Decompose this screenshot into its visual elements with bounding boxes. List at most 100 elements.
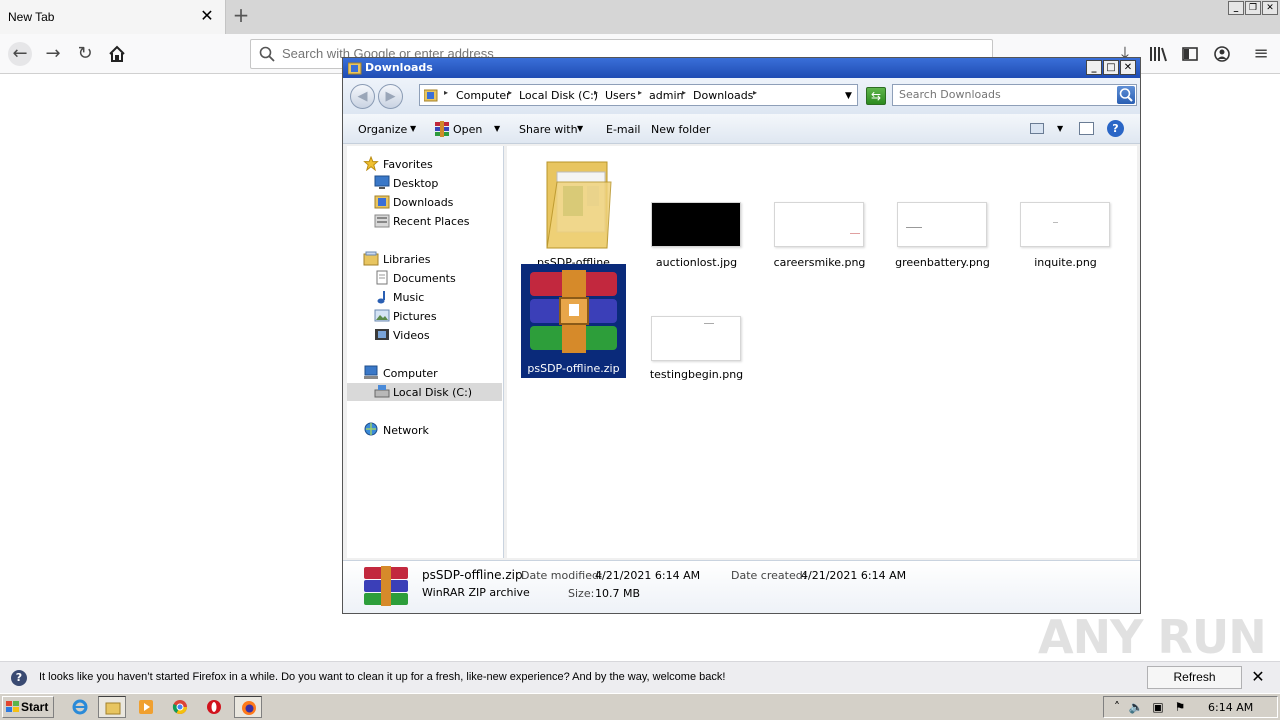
breadcrumb-computer[interactable]: Computer <box>456 89 511 102</box>
new-tab-button[interactable]: + <box>231 5 251 27</box>
nav-network[interactable]: Network <box>347 421 502 439</box>
menu-hamburger-icon[interactable]: ≡ <box>1249 42 1273 66</box>
taskbar-firefox[interactable] <box>234 696 262 718</box>
file-name: testingbegin.png <box>649 368 744 381</box>
help-icon[interactable]: ? <box>1107 120 1124 137</box>
nav-local-disk[interactable]: Local Disk (C:) <box>347 383 502 401</box>
file-item-folder[interactable]: psSDP-offline <box>521 150 626 269</box>
start-label: Start <box>21 700 49 714</box>
back-button[interactable]: ← <box>8 42 32 66</box>
explorer-address-row: ◀ ▶ ▸ Computer ▸ Local Disk (C:) ▸ Users… <box>343 78 1140 114</box>
explorer-maximize-button[interactable]: □ <box>1103 60 1119 75</box>
breadcrumb-downloads[interactable]: Downloads <box>693 89 753 102</box>
file-item-image[interactable]: testingbegin.png <box>644 264 749 381</box>
change-view-icon[interactable] <box>1030 123 1044 134</box>
system-tray: ˄ 🔈 ▣ ⚑ 6:14 AM <box>1103 696 1278 718</box>
nav-pictures[interactable]: Pictures <box>347 307 502 325</box>
taskbar-media-player[interactable] <box>132 696 160 718</box>
chevron-down-icon[interactable]: ▼ <box>494 124 500 133</box>
preview-pane-icon[interactable] <box>1079 122 1094 135</box>
explorer-minimize-button[interactable]: _ <box>1086 60 1102 75</box>
action-center-flag-icon[interactable]: ⚑ <box>1172 699 1188 715</box>
nav-videos[interactable]: Videos <box>347 326 502 344</box>
share-with-button[interactable]: Share with <box>519 123 578 136</box>
explorer-command-bar: Organize ▼ Open ▼ Share with ▼ E-mail Ne… <box>343 114 1140 144</box>
nav-computer[interactable]: Computer <box>347 364 502 382</box>
file-item-image[interactable]: careersmike.png <box>767 150 872 269</box>
explorer-close-button[interactable]: ✕ <box>1120 60 1136 75</box>
folder-downloads-icon <box>424 89 438 102</box>
media-player-icon <box>139 700 153 714</box>
new-folder-button[interactable]: New folder <box>651 123 710 136</box>
nav-documents[interactable]: Documents <box>347 269 502 287</box>
network-tray-icon[interactable]: ▣ <box>1150 699 1166 715</box>
nav-label: Local Disk (C:) <box>393 386 473 399</box>
taskbar-ie[interactable] <box>66 696 94 718</box>
nav-label: Network <box>383 424 429 437</box>
windows-logo-icon <box>6 701 19 712</box>
library-icon[interactable] <box>1146 42 1170 66</box>
nav-label: Favorites <box>383 158 433 171</box>
clock[interactable]: 6:14 AM <box>1208 701 1253 714</box>
file-item-image[interactable]: auctionlost.jpg <box>644 150 749 269</box>
file-item-winrar-selected[interactable]: psSDP-offline.zip <box>521 264 626 378</box>
details-pane: psSDP-offline.zip WinRAR ZIP archive Dat… <box>343 560 1140 613</box>
organize-button[interactable]: Organize <box>358 123 407 136</box>
start-button[interactable]: Start <box>2 696 54 718</box>
browser-tab[interactable]: New Tab ✕ <box>0 0 226 34</box>
chevron-down-icon[interactable]: ▼ <box>410 124 416 133</box>
nav-libraries[interactable]: Libraries <box>347 250 502 268</box>
breadcrumb-local-disk[interactable]: Local Disk (C:) <box>519 89 598 102</box>
sidebar-icon[interactable] <box>1178 42 1202 66</box>
explorer-back-button[interactable]: ◀ <box>350 84 375 109</box>
nav-music[interactable]: Music <box>347 288 502 306</box>
open-button[interactable]: Open <box>453 123 482 136</box>
breadcrumb[interactable]: ▸ Computer ▸ Local Disk (C:) ▸ Users ▸ a… <box>419 84 858 106</box>
nav-label: Pictures <box>393 310 437 323</box>
browser-close-button[interactable]: ✕ <box>1262 1 1278 15</box>
file-name: inquite.png <box>1034 256 1097 269</box>
browser-restore-button[interactable]: ❐ <box>1245 1 1261 15</box>
navigation-pane: Favorites Desktop Downloads Recent Place… <box>347 146 504 558</box>
taskbar-opera[interactable] <box>200 696 228 718</box>
documents-icon <box>376 270 388 285</box>
breadcrumb-admin[interactable]: admin <box>649 89 683 102</box>
nav-favorites[interactable]: Favorites <box>347 155 502 173</box>
search-icon[interactable] <box>1117 86 1135 104</box>
nav-downloads[interactable]: Downloads <box>347 193 502 211</box>
explorer-forward-button[interactable]: ▶ <box>378 84 403 109</box>
chevron-down-icon[interactable]: ▼ <box>845 91 852 101</box>
opera-icon <box>207 700 221 714</box>
tab-close-icon[interactable]: ✕ <box>200 8 214 24</box>
tray-expand-icon[interactable]: ˄ <box>1109 699 1125 715</box>
chevron-down-icon[interactable]: ▼ <box>577 124 583 133</box>
explorer-search-input[interactable] <box>899 88 1109 101</box>
volume-icon[interactable]: 🔈 <box>1128 699 1144 715</box>
tab-title: New Tab <box>8 10 55 24</box>
breadcrumb-users[interactable]: Users <box>605 89 636 102</box>
recent-places-icon <box>374 214 390 228</box>
taskbar-chrome[interactable] <box>166 696 194 718</box>
home-button[interactable] <box>105 42 129 66</box>
nav-desktop[interactable]: Desktop <box>347 174 502 192</box>
account-icon[interactable] <box>1210 42 1234 66</box>
refresh-firefox-button[interactable]: Refresh Firefox… <box>1147 666 1242 705</box>
email-button[interactable]: E-mail <box>606 123 641 136</box>
close-icon[interactable]: ✕ <box>1249 668 1267 686</box>
browser-minimize-button[interactable]: _ <box>1228 1 1244 15</box>
explorer-titlebar[interactable]: Downloads _ □ ✕ <box>343 58 1140 78</box>
music-icon <box>377 291 385 304</box>
winrar-archive-icon <box>530 270 617 353</box>
explorer-search-box[interactable] <box>892 84 1137 106</box>
file-item-image[interactable]: inquite.png <box>1013 150 1118 269</box>
refresh-icon[interactable]: ⇆ <box>866 87 886 105</box>
taskbar-explorer[interactable] <box>98 696 126 718</box>
taskbar: Start ˄ 🔈 ▣ ⚑ 6:14 AM <box>0 693 1280 720</box>
nav-recent-places[interactable]: Recent Places <box>347 212 502 230</box>
home-icon <box>109 45 125 62</box>
folder-icon <box>546 161 612 249</box>
chevron-down-icon[interactable]: ▼ <box>1057 124 1063 133</box>
forward-button[interactable]: → <box>41 42 65 66</box>
file-item-image[interactable]: greenbattery.png <box>890 150 995 269</box>
reload-button[interactable]: ↻ <box>73 42 97 66</box>
